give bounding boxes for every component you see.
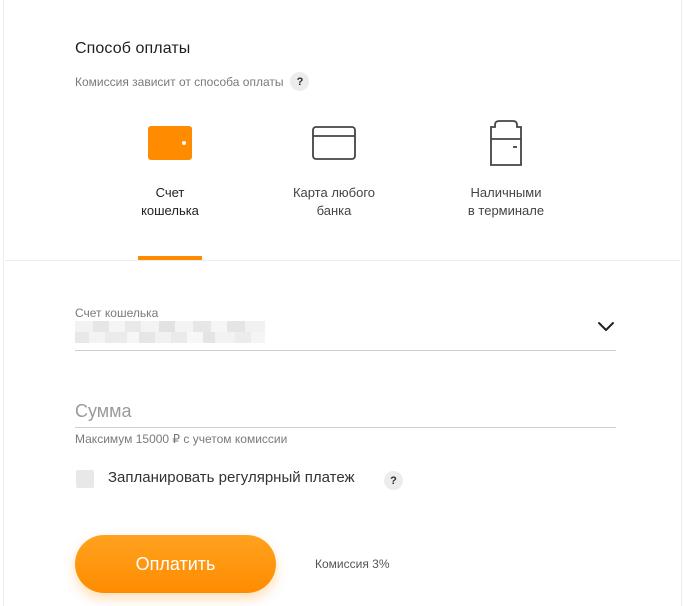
account-select-label: Счет кошелька [75,306,159,320]
section-divider [5,260,680,261]
commission-help-icon[interactable]: ? [290,72,310,91]
recurring-help-icon[interactable]: ? [384,471,403,490]
method-wallet[interactable]: Счет кошелька [105,115,235,260]
recurring-label[interactable]: Запланировать регулярный платеж [108,469,355,486]
amount-input[interactable] [75,396,616,426]
method-label-line1: Счет [155,185,185,200]
method-label: Карта любого банка [293,184,375,220]
method-label-line2: банка [316,203,352,218]
subtitle: Комиссия зависит от способа оплаты [75,74,284,89]
method-label-line2: в терминале [467,203,545,218]
commission-text: Комиссия 3% [315,557,390,571]
method-terminal[interactable]: Наличными в терминале [441,115,571,220]
wallet-icon [147,115,193,171]
method-label-line1: Карта любого [292,185,376,200]
account-masked-value-overlay [75,321,265,332]
payment-panel: Способ оплаты Комиссия зависит от способ… [3,0,682,606]
terminal-icon [489,115,523,171]
subtitle-row: Комиссия зависит от способа оплаты ? [75,72,310,91]
method-label-line1: Наличными [470,185,542,200]
amount-underline [75,427,616,428]
chevron-down-icon[interactable] [596,318,616,334]
pay-button[interactable]: Оплатить [75,535,276,593]
method-bank-card[interactable]: Карта любого банка [269,115,399,220]
section-title: Способ оплаты [75,40,191,57]
bank-card-icon [311,115,357,171]
method-label-line2: кошелька [141,203,199,218]
account-select-underline [75,350,616,351]
recurring-checkbox[interactable] [76,470,94,488]
method-label: Счет кошелька [141,184,199,220]
amount-hint: Максимум 15000 ₽ с учетом комиссии [75,432,288,446]
method-label: Наличными в терминале [468,184,544,220]
